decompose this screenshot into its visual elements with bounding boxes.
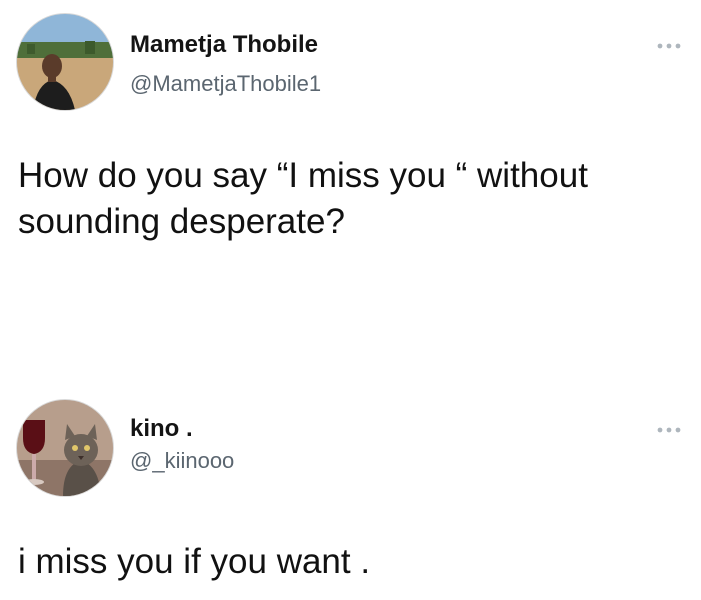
tweet-text: i miss you if you want . <box>18 539 678 585</box>
avatar-photo-icon <box>17 14 113 110</box>
tweet-text: How do you say “I miss you “ without soun… <box>18 153 678 245</box>
more-options-icon[interactable] <box>655 38 683 49</box>
author-handle[interactable]: @MametjaThobile1 <box>130 71 321 97</box>
avatar[interactable] <box>16 399 114 497</box>
tweet-card: Mametja Thobile @MametjaThobile1 How do … <box>0 0 701 300</box>
tweet-screenshot: Mametja Thobile @MametjaThobile1 How do … <box>0 0 701 600</box>
avatar-cat-photo-icon <box>17 400 113 496</box>
author-handle[interactable]: @_kiinooo <box>130 448 234 474</box>
author-name[interactable]: kino . <box>130 415 193 443</box>
tweet-text-line: i miss you if you want . <box>18 542 371 581</box>
author-name[interactable]: Mametja Thobile <box>130 31 318 59</box>
tweet-card: kino . @_kiinooo i miss you if you want … <box>0 390 701 600</box>
avatar[interactable] <box>16 13 114 111</box>
tweet-text-line: How do you say “I miss you “ without <box>18 156 588 195</box>
tweet-text-line: sounding desperate? <box>18 202 345 241</box>
more-options-icon[interactable] <box>655 422 683 433</box>
